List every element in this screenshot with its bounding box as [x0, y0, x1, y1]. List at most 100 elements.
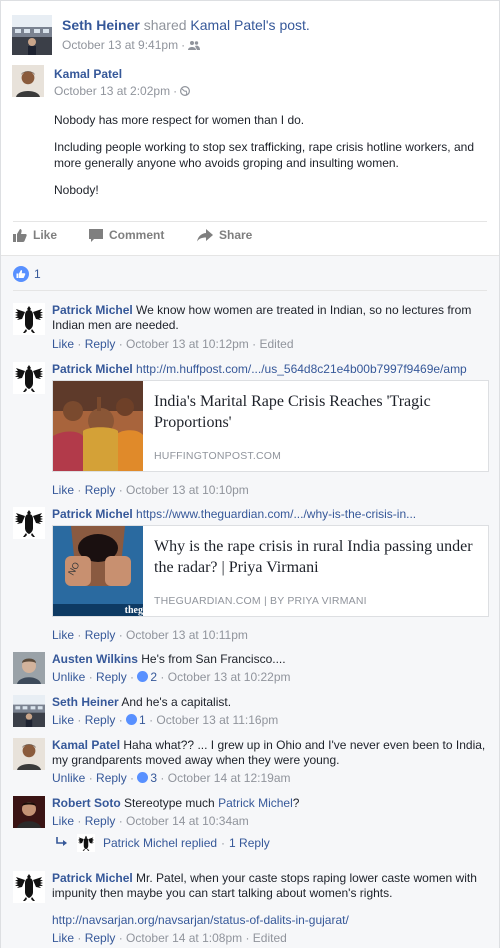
comment-like-link[interactable]: Like [52, 814, 74, 828]
link-preview-card[interactable]: theg Why is the rape crisis in rural Ind… [52, 525, 489, 617]
comment-reply-link[interactable]: Reply [85, 337, 116, 351]
comment-link[interactable]: http://navsarjan.org/navsarjan/status-of… [52, 913, 349, 927]
reactions-count: 1 [34, 267, 41, 281]
commenter-avatar[interactable] [13, 796, 45, 828]
comment-reply-link[interactable]: Reply [96, 670, 127, 684]
edited-label[interactable]: Edited [259, 337, 293, 351]
comment-timestamp[interactable]: October 13 at 10:10pm [126, 483, 249, 497]
sharer-name[interactable]: Seth Heiner [62, 17, 140, 33]
comment-like-link[interactable]: Like [52, 628, 74, 642]
post-paragraph: Nobody! [54, 183, 99, 197]
post-paragraph: Including people working to stop sex tra… [54, 140, 474, 170]
share-button[interactable]: Share [197, 228, 252, 242]
comment-timestamp[interactable]: October 14 at 12:19am [168, 771, 291, 785]
comment-timestamp[interactable]: October 13 at 10:12pm [126, 337, 249, 351]
comment-reply-link[interactable]: Reply [85, 814, 116, 828]
replies-toggle[interactable]: Patrick Michel replied · 1 Reply [55, 834, 270, 852]
commenter-name[interactable]: Patrick Michel [52, 871, 133, 885]
link-preview-card[interactable]: India's Marital Rape Crisis Reaches 'Tra… [52, 380, 489, 472]
comment-reply-link[interactable]: Reply [85, 483, 116, 497]
commenter-name[interactable]: Kamal Patel [52, 738, 120, 752]
link-domain: THEGUARDIAN.COM | BY PRIYA VIRMANI [154, 595, 367, 607]
commenter-name[interactable]: Patrick Michel [52, 303, 133, 317]
commenter-name[interactable]: Austen Wilkins [52, 652, 138, 666]
comment-timestamp[interactable]: October 13 at 10:22pm [168, 670, 291, 684]
comment-unlike-link[interactable]: Unlike [52, 670, 85, 684]
comment-timestamp[interactable]: October 14 at 1:08pm [126, 931, 242, 945]
comment-meta: Unlike · Reply · 2 · October 13 at 10:22… [52, 670, 291, 684]
original-author-name[interactable]: Kamal Patel [54, 67, 122, 81]
post-card: Seth Heiner shared Kamal Patel's post. O… [0, 0, 500, 948]
replier-avatar [77, 834, 95, 852]
comment-meta: Unlike · Reply · 3 · October 14 at 12:19… [52, 771, 291, 785]
original-timestamp[interactable]: October 13 at 2:02pm [54, 84, 170, 98]
post-paragraph: Nobody has more respect for women than I… [54, 113, 305, 127]
comment-timestamp[interactable]: October 14 at 10:34am [126, 814, 249, 828]
commenter-avatar[interactable] [13, 652, 45, 684]
comment-meta: Like · Reply · October 13 at 10:10pm [52, 483, 249, 497]
commenter-name[interactable]: Patrick Michel [52, 362, 133, 376]
comment-meta: Like · Reply · October 14 at 10:34am [52, 814, 249, 828]
reactions-summary[interactable]: 1 [13, 266, 41, 282]
original-author-link[interactable]: Kamal Patel's [190, 17, 275, 33]
like-button[interactable]: Like [13, 228, 57, 242]
comment-reply-link[interactable]: Reply [85, 628, 116, 642]
thumbs-up-icon [13, 229, 27, 242]
comment-icon [89, 228, 103, 242]
sharer-avatar[interactable] [12, 15, 52, 55]
mention-link[interactable]: Patrick Michel [218, 796, 293, 810]
commenter-name[interactable]: Robert Soto [52, 796, 121, 810]
comment-timestamp[interactable]: October 13 at 11:16pm [156, 713, 278, 727]
link-title: India's Marital Rape Crisis Reaches 'Tra… [154, 393, 431, 431]
comment-text: Patrick Michel We know how women are tre… [52, 303, 487, 333]
comment-url[interactable]: https://www.theguardian.com/.../why-is-t… [136, 507, 416, 521]
comment-label: Comment [109, 228, 165, 242]
like-badge-icon [137, 772, 149, 783]
commenter-avatar[interactable] [13, 303, 45, 335]
comment-reply-link[interactable]: Reply [85, 713, 116, 727]
commenter-name[interactable]: Patrick Michel [52, 507, 133, 521]
comment-meta: Like · Reply · October 14 at 1:08pm · Ed… [52, 931, 287, 945]
comment-like-link[interactable]: Like [52, 337, 74, 351]
shared-verb: shared [143, 17, 187, 33]
commenter-avatar[interactable] [13, 871, 45, 903]
comment-timestamp[interactable]: October 13 at 10:11pm [126, 628, 248, 642]
comment-text: Seth Heiner And he's a capitalist. [52, 695, 487, 710]
comment-likes[interactable]: 1 [126, 713, 146, 727]
comment-likes[interactable]: 3 [137, 771, 157, 785]
share-icon [197, 228, 213, 241]
comment-button[interactable]: Comment [89, 228, 164, 242]
shared-post: Seth Heiner shared Kamal Patel's post. O… [1, 1, 499, 255]
comment-reply-link[interactable]: Reply [85, 931, 116, 945]
link-thumbnail: theg [53, 526, 143, 616]
post-link[interactable]: post. [279, 17, 309, 33]
comment-likes[interactable]: 2 [137, 670, 157, 684]
edited-label[interactable]: Edited [253, 931, 287, 945]
commenter-avatar[interactable] [13, 738, 45, 770]
share-label: Share [219, 228, 253, 242]
comment-unlike-link[interactable]: Unlike [52, 771, 85, 785]
like-badge-icon [126, 714, 138, 725]
commenter-avatar[interactable] [13, 362, 45, 394]
replies-summary: Patrick Michel replied [103, 836, 218, 850]
link-domain: HUFFINGTONPOST.COM [154, 450, 282, 462]
globe-icon[interactable] [180, 86, 191, 96]
reply-arrow-icon [56, 837, 67, 846]
like-label: Like [33, 228, 58, 242]
comment-url[interactable]: http://m.huffpost.com/.../us_564d8c21e4b… [136, 362, 467, 376]
comment-reply-link[interactable]: Reply [96, 771, 127, 785]
commenter-name[interactable]: Seth Heiner [52, 695, 119, 709]
link-thumbnail [53, 381, 143, 471]
comment-like-link[interactable]: Like [52, 483, 74, 497]
comment-like-link[interactable]: Like [52, 713, 74, 727]
commenter-avatar[interactable] [13, 507, 45, 539]
comment-text: Patrick Michel Mr. Patel, when your cast… [52, 871, 487, 901]
share-timestamp[interactable]: October 13 at 9:41pm [62, 38, 178, 52]
original-author-avatar[interactable] [12, 65, 44, 97]
friends-icon[interactable] [188, 40, 201, 50]
comment-meta: Like · Reply · October 13 at 10:11pm [52, 628, 248, 642]
commenter-avatar[interactable] [13, 695, 45, 727]
comment-body: He's from San Francisco.... [141, 652, 286, 666]
comment-like-link[interactable]: Like [52, 931, 74, 945]
comment-text: Patrick Michel http://m.huffpost.com/...… [52, 362, 487, 377]
